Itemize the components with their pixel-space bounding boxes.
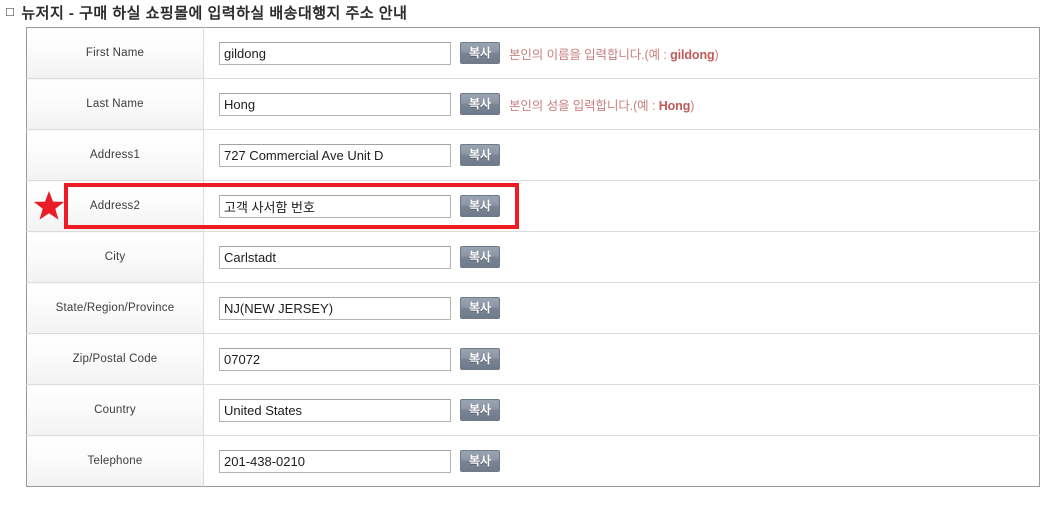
field-value-cell: 복사 [203,129,1040,181]
field-hint-example: gildong [670,47,715,62]
field-value-group: 복사 본인의 성을 입력합니다.(예 : Hong) [219,92,1039,116]
table-row: Zip/Postal Code 복사 [26,333,1040,385]
address-guide-page: □ 뉴저지 - 구매 하실 쇼핑몰에 입력하실 배송대행지 주소 안내 Firs… [0,0,1055,507]
field-label: Zip/Postal Code [26,333,204,385]
copy-button[interactable]: 복사 [460,399,500,421]
field-value-group: 복사 [219,398,1039,422]
copy-button[interactable]: 복사 [460,450,500,472]
field-label: Address2 [26,180,204,232]
field-label: Address1 [26,129,204,181]
field-input[interactable] [219,92,451,116]
field-value-group: 복사 본인의 이름을 입력합니다.(예 : gildong) [219,41,1039,65]
field-value-group: 복사 [219,347,1039,371]
copy-button[interactable]: 복사 [460,348,500,370]
copy-button[interactable]: 복사 [460,93,500,115]
address-fields-body: First Name복사본인의 이름을 입력합니다.(예 : gildong)L… [26,27,1040,487]
field-value-cell: 복사 본인의 이름을 입력합니다.(예 : gildong) [204,28,1040,79]
field-input[interactable] [219,449,451,473]
field-label: Telephone [26,435,204,487]
field-label: State/Region/Province [26,282,204,334]
field-hint: 본인의 성을 입력합니다.(예 : Hong) [509,95,694,114]
field-value-cell: 복사 [203,180,1040,232]
copy-button[interactable]: 복사 [460,246,500,268]
field-value-group: 복사 [219,194,1039,218]
field-input[interactable] [219,245,451,269]
field-input[interactable] [219,194,451,218]
field-value-cell: 복사 본인의 성을 입력합니다.(예 : Hong) [203,78,1040,130]
field-label: City [26,231,204,283]
field-hint-suffix: ) [690,98,695,113]
table-row: First Name 복사 본인의 이름을 입력합니다.(예 : gildong) [26,27,1040,79]
field-value-cell: 복사 [203,435,1040,487]
table-row: Telephone 복사 [26,435,1040,487]
table-row: Last Name 복사 본인의 성을 입력합니다.(예 : Hong) [26,78,1040,130]
page-title: □ 뉴저지 - 구매 하실 쇼핑몰에 입력하실 배송대행지 주소 안내 [6,0,407,24]
field-label: First Name [26,27,204,79]
copy-button[interactable]: 복사 [460,144,500,166]
field-hint: 본인의 이름을 입력합니다.(예 : gildong) [509,44,719,63]
field-input[interactable] [219,296,451,320]
field-input[interactable] [219,143,451,167]
table-row: Address2 복사 [26,180,1040,232]
field-input[interactable] [219,347,451,371]
field-value-group: 복사 [219,449,1039,473]
field-value-cell: 복사 [203,282,1040,334]
field-label: Country [26,384,204,436]
copy-button[interactable]: 복사 [460,195,500,217]
address-fields-table: First Name복사본인의 이름을 입력합니다.(예 : gildong)L… [26,27,1040,487]
field-label: Last Name [26,78,204,130]
copy-button[interactable]: 복사 [460,42,500,64]
copy-button[interactable]: 복사 [460,297,500,319]
field-input[interactable] [219,41,451,65]
field-hint-text: 본인의 이름을 입력합니다.(예 : [509,47,671,62]
field-value-cell: 복사 [203,333,1040,385]
field-value-group: 복사 [219,296,1039,320]
page-title-text: 뉴저지 - 구매 하실 쇼핑몰에 입력하실 배송대행지 주소 안내 [21,4,408,22]
field-value-group: 복사 [219,245,1039,269]
field-hint-text: 본인의 성을 입력합니다.(예 : [509,98,659,113]
field-hint-example: Hong [658,98,691,113]
field-value-group: 복사 [219,143,1039,167]
bullet-icon: □ [6,3,15,19]
field-value-cell: 복사 [203,231,1040,283]
table-row: Address1 복사 [26,129,1040,181]
field-value-cell: 복사 [203,384,1040,436]
field-input[interactable] [219,398,451,422]
table-row: Country 복사 [26,384,1040,436]
field-hint-suffix: ) [714,47,719,62]
table-row: State/Region/Province 복사 [26,282,1040,334]
table-row: City 복사 [26,231,1040,283]
